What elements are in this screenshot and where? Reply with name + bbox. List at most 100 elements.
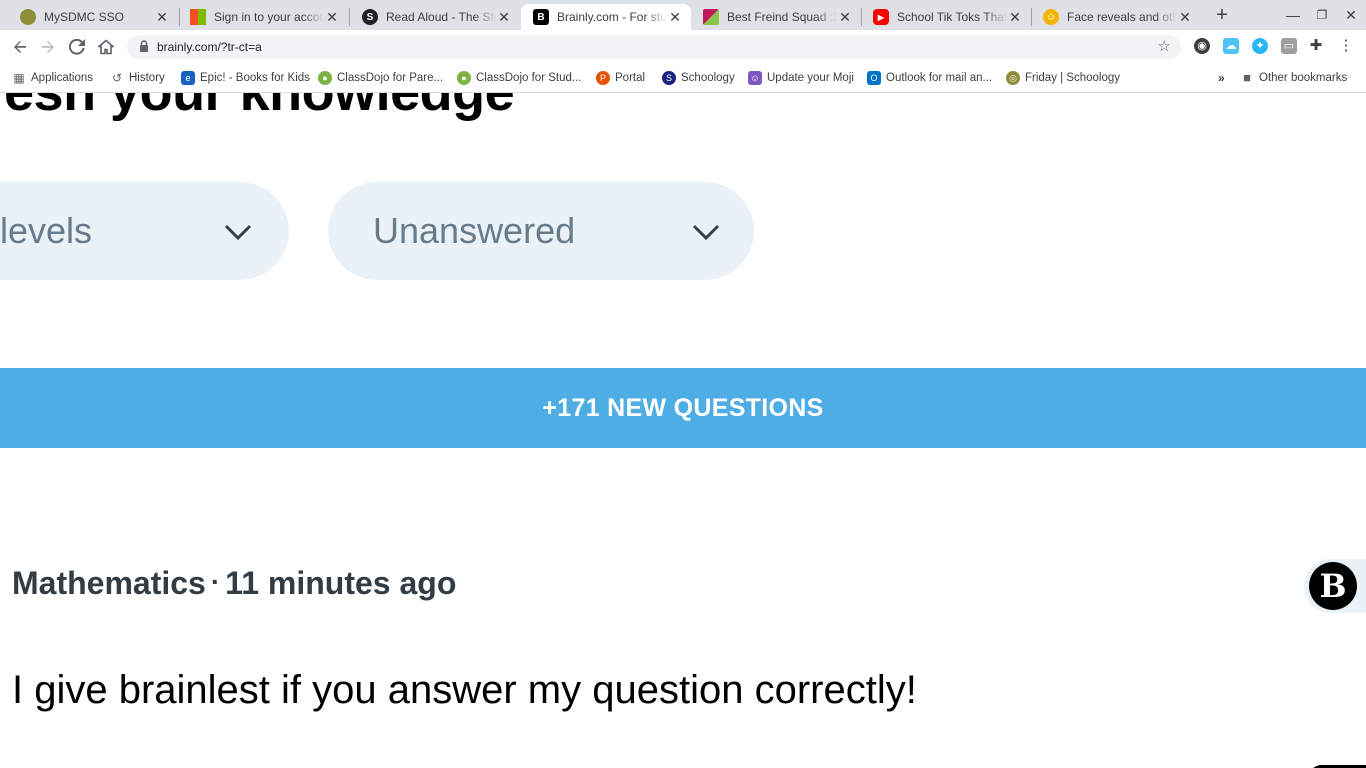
grid-icon [703, 9, 719, 25]
filter-label: levels [0, 210, 93, 251]
friday-icon: ◎ [1006, 71, 1020, 85]
tab-title: Sign in to your account [214, 10, 324, 24]
minimize-icon[interactable]: — [1278, 2, 1308, 28]
question-text[interactable]: I give brainlest if you answer my questi… [12, 668, 917, 713]
schoology-icon: S [362, 9, 378, 25]
tab-read-aloud[interactable]: S Read Aloud - The Story ✕ [350, 4, 520, 30]
bookmark-classdojo-students[interactable]: ● ClassDojo for Stud... [457, 70, 581, 86]
close-icon[interactable]: ✕ [496, 9, 512, 25]
bookmark-label: Other bookmarks [1259, 72, 1348, 84]
bookmark-epic[interactable]: e Epic! - Books for Kids [181, 70, 310, 86]
bookmark-history[interactable]: ↺ History [110, 70, 165, 86]
tab-title: School Tik Toks That Are [897, 10, 1007, 24]
classdojo-icon: ● [457, 71, 471, 85]
window-close-icon[interactable]: ✕ [1336, 2, 1366, 28]
cast-extension-icon[interactable]: ▭ [1281, 38, 1297, 54]
filter-label: Unanswered [373, 210, 576, 251]
level-filter-dropdown[interactable]: levels [0, 182, 289, 280]
tab-title: MySDMC SSO [44, 10, 125, 24]
forward-icon[interactable] [36, 35, 60, 59]
sdmc-icon [20, 9, 36, 25]
bookmark-friday-schoology[interactable]: ◎ Friday | Schoology [1006, 70, 1120, 86]
close-icon[interactable]: ✕ [667, 9, 683, 25]
bookmark-label: Applications [31, 72, 94, 84]
globe-extension-icon[interactable]: ✦ [1252, 38, 1268, 54]
tab-face-reveals[interactable]: ☺ Face reveals and other ✕ [1031, 4, 1201, 30]
tab-best-freind[interactable]: Best Freind Squad :3 ✕ [691, 4, 861, 30]
brainly-icon: B [533, 9, 549, 25]
cloud-extension-icon[interactable]: ☁ [1223, 38, 1239, 54]
browser-toolbar: brainly.com/?tr-ct=a ☆ ◉ ☁ ✦ ▭ ✚ ⋮ [0, 30, 1366, 64]
tab-title: Brainly.com - For students [557, 10, 667, 24]
hero-heading: esh your knowledge [4, 93, 515, 123]
tab-strip: MySDMC SSO ✕ Sign in to your account ✕ S… [0, 0, 1366, 30]
schoology-icon: S [662, 71, 676, 85]
microsoft-icon [190, 9, 206, 25]
tab-title: Face reveals and other [1067, 10, 1177, 24]
bookmark-portal[interactable]: P Portal [596, 70, 645, 86]
new-tab-button[interactable]: + [1210, 3, 1234, 27]
bookmark-applications[interactable]: ▦ Applications [12, 70, 93, 86]
status-filter-dropdown[interactable]: Unanswered [328, 182, 754, 280]
meta-separator: · [210, 566, 221, 597]
folder-icon: ■ [1243, 70, 1251, 85]
epic-icon: e [181, 71, 195, 85]
chevron-down-icon [692, 224, 720, 241]
outlook-icon: O [867, 71, 881, 85]
tab-brainly[interactable]: B Brainly.com - For students ✕ [521, 4, 691, 30]
bookmark-label: Schoology [681, 72, 735, 84]
star-icon[interactable]: ☆ [1158, 37, 1171, 55]
bookmark-classdojo-parents[interactable]: ● ClassDojo for Pare... [318, 70, 443, 86]
close-icon[interactable]: ✕ [837, 9, 853, 25]
bookmark-moji[interactable]: ☺ Update your Moji [748, 70, 854, 86]
portal-icon: P [596, 71, 610, 85]
close-icon[interactable]: ✕ [154, 9, 170, 25]
classdojo-icon: ● [318, 71, 332, 85]
lock-icon [140, 40, 148, 52]
tab-school-tiktoks[interactable]: ▶ School Tik Toks That Are ✕ [861, 4, 1031, 30]
menu-icon[interactable]: ⋮ [1338, 38, 1354, 54]
history-icon: ↺ [111, 71, 123, 85]
subject-link[interactable]: Mathematics [12, 565, 206, 601]
youtube-icon: ▶ [873, 9, 889, 25]
address-bar[interactable]: brainly.com/?tr-ct=a ☆ [127, 35, 1181, 59]
close-icon[interactable]: ✕ [1177, 9, 1193, 25]
bookmark-label: History [129, 72, 165, 84]
new-questions-label: +171 NEW QUESTIONS [542, 393, 824, 422]
puzzle-icon[interactable]: ✚ [1308, 38, 1324, 54]
bookmarks-bar: ▦ Applications ↺ History e Epic! - Books… [0, 64, 1366, 93]
bookmark-label: ClassDojo for Pare... [337, 72, 444, 84]
tab-mysdmc[interactable]: MySDMC SSO ✕ [8, 4, 178, 30]
close-icon[interactable]: ✕ [324, 9, 340, 25]
bookmark-other[interactable]: ■ Other bookmarks [1240, 70, 1347, 86]
url-text: brainly.com/?tr-ct=a [157, 40, 262, 54]
brainly-logo-icon: B [1309, 562, 1357, 610]
chevron-right-double-icon[interactable]: » [1218, 70, 1225, 86]
brainly-badge[interactable]: B [1304, 559, 1366, 613]
new-questions-banner[interactable]: +171 NEW QUESTIONS [0, 368, 1366, 448]
question-meta: Mathematics · 11 minutes ago [12, 565, 456, 602]
moji-icon: ☺ [748, 71, 762, 85]
reload-icon[interactable] [65, 35, 89, 59]
bookmark-label: Update your Moji [767, 72, 854, 84]
bookmark-label: Friday | Schoology [1025, 72, 1121, 84]
tab-title: Best Freind Squad :3 [727, 10, 837, 24]
bookmark-label: Epic! - Books for Kids [200, 72, 310, 84]
bookmark-schoology[interactable]: S Schoology [662, 70, 735, 86]
bookmark-label: Outlook for mail an... [886, 72, 993, 84]
restore-icon[interactable]: ❐ [1307, 2, 1337, 28]
page-content: esh your knowledge levels Unanswered +17… [0, 93, 1366, 768]
back-icon[interactable] [8, 35, 32, 59]
tab-sign-in[interactable]: Sign in to your account ✕ [178, 4, 348, 30]
emoji-icon: ☺ [1043, 9, 1059, 25]
bookmark-label: ClassDojo for Stud... [476, 72, 582, 84]
close-icon[interactable]: ✕ [1007, 9, 1023, 25]
chevron-down-icon [224, 224, 252, 241]
apps-icon: ▦ [13, 71, 25, 85]
tab-title: Read Aloud - The Story [386, 10, 496, 24]
spy-extension-icon[interactable]: ◉ [1194, 38, 1210, 54]
bookmark-outlook[interactable]: O Outlook for mail an... [867, 70, 992, 86]
question-time: 11 minutes ago [225, 565, 457, 601]
bookmark-label: Portal [615, 72, 646, 84]
home-icon[interactable] [94, 35, 118, 59]
